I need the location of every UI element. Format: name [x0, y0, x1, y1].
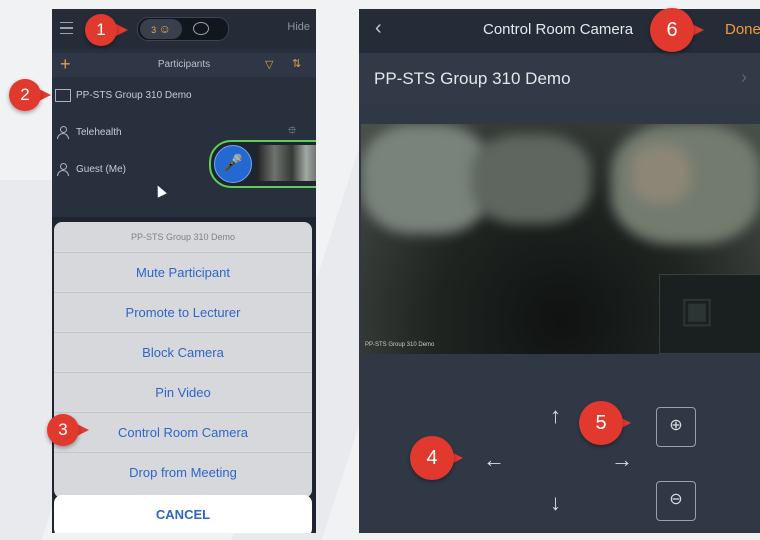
pan-up-arrow-icon[interactable]: ↑: [550, 405, 561, 427]
pan-right-arrow-icon[interactable]: →: [611, 449, 633, 471]
room-icon: [55, 89, 71, 102]
self-view-pill[interactable]: 🎤: [209, 140, 316, 188]
person-icon: [57, 163, 69, 176]
camera-off-icon: ⯐: [288, 125, 297, 137]
zoom-out-button[interactable]: ⊖: [656, 481, 696, 521]
callout-badge-3: 3: [47, 414, 79, 446]
menu-icon[interactable]: [60, 22, 73, 34]
control-room-camera-button[interactable]: Control Room Camera: [54, 413, 312, 453]
back-chevron-icon[interactable]: ‹: [375, 17, 382, 40]
video-blur-region: [471, 134, 591, 224]
zoom-in-icon: ⊕: [669, 417, 683, 434]
participant-count: 3: [151, 25, 157, 35]
pin-video-button[interactable]: Pin Video: [54, 373, 312, 413]
page-title: Control Room Camera: [483, 21, 634, 38]
block-camera-button[interactable]: Block Camera: [54, 333, 312, 373]
video-label: PP-STS Group 310 Demo: [365, 342, 435, 348]
callout-badge-1: 1: [85, 14, 117, 46]
sort-icon[interactable]: ⇅: [292, 57, 301, 70]
camera-video-feed: ▣ PP-STS Group 310 Demo: [361, 124, 760, 354]
participants-bar: + Participants ▽ ⇅: [52, 53, 316, 77]
person-icon: [57, 126, 69, 139]
chat-icon[interactable]: [193, 22, 209, 35]
participant-name: Telehealth: [76, 127, 122, 138]
done-button[interactable]: Done: [725, 21, 760, 38]
participants-title: Participants: [157, 59, 211, 70]
pan-left-arrow-icon[interactable]: ←: [483, 449, 505, 471]
filter-icon[interactable]: ▽: [265, 58, 273, 71]
participants-tab[interactable]: 3 ☺: [140, 19, 182, 39]
camera-icon: ▣: [680, 289, 715, 330]
people-icon: ☺: [158, 22, 171, 36]
chevron-right-icon: ›: [741, 67, 747, 87]
callout-badge-4: 4: [410, 436, 454, 480]
pan-down-arrow-icon[interactable]: ↓: [550, 492, 561, 514]
mute-participant-button[interactable]: Mute Participant: [54, 253, 312, 293]
video-overlay-box: ▣: [659, 274, 760, 354]
drop-from-meeting-button[interactable]: Drop from Meeting: [54, 453, 312, 492]
room-selector[interactable]: PP-STS Group 310 Demo ›: [359, 53, 760, 105]
zoom-in-button[interactable]: ⊕: [656, 407, 696, 447]
zoom-out-icon: ⊖: [669, 491, 683, 508]
participants-screen: 3 ☺ Hide + Participants ▽ ⇅ PP-STS Group…: [52, 9, 316, 533]
action-sheet-title: PP-STS Group 310 Demo: [54, 222, 312, 253]
video-blur-region: [631, 144, 691, 204]
callout-badge-6: 6: [650, 8, 694, 52]
microphone-icon[interactable]: 🎤: [214, 145, 252, 183]
cancel-button[interactable]: CANCEL: [54, 495, 312, 533]
hide-button[interactable]: Hide: [287, 21, 310, 33]
action-sheet: PP-STS Group 310 Demo Mute Participant P…: [54, 222, 312, 498]
room-name: PP-STS Group 310 Demo: [374, 69, 571, 88]
view-segmented-control: 3 ☺: [137, 17, 229, 41]
participant-name: Guest (Me): [76, 164, 127, 175]
participant-row[interactable]: PP-STS Group 310 Demo: [52, 83, 316, 111]
participant-name: PP-STS Group 310 Demo: [76, 90, 192, 101]
mouse-cursor: [153, 183, 167, 198]
callout-badge-5: 5: [579, 401, 623, 445]
callout-badge-2: 2: [9, 79, 41, 111]
self-video-thumbnail: [257, 145, 316, 181]
promote-to-lecturer-button[interactable]: Promote to Lecturer: [54, 293, 312, 333]
